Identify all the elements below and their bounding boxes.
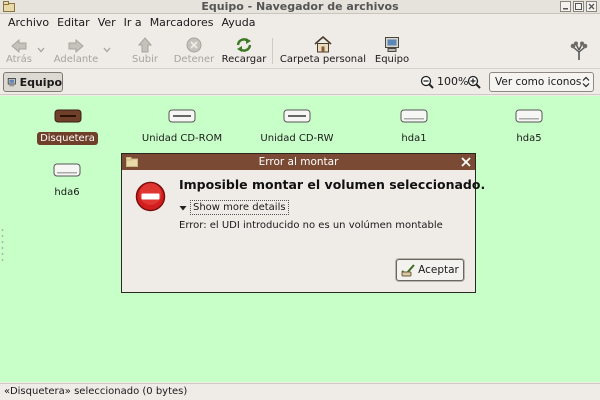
hard-disk-icon	[515, 109, 543, 123]
location-equipo-button[interactable]: Equipo	[3, 72, 63, 92]
dialog-titlebar[interactable]: Error al montar	[122, 154, 475, 170]
computer-label: Equipo	[374, 54, 410, 65]
icon-label: hda5	[516, 133, 542, 144]
toolbar: Atrás Adelante Subir Detener Recargar Ca…	[0, 33, 600, 69]
details-expander[interactable]: Show more details	[179, 200, 289, 215]
toolbar-separator	[272, 38, 273, 64]
icon-floppy[interactable]: Disquetera	[30, 108, 105, 145]
zoom-out-icon[interactable]	[420, 75, 434, 89]
icon-label: Unidad CD-RW	[260, 133, 334, 144]
home-label: Carpeta personal	[279, 54, 367, 65]
icon-label: Unidad CD-ROM	[141, 133, 223, 144]
back-history-chevron-down-icon[interactable]	[37, 47, 45, 53]
forward-label: Adelante	[53, 54, 99, 65]
menubar: Archivo Editar Ver Ir a Marcadores Ayuda	[0, 14, 600, 32]
dialog-heading: Imposible montar el volumen seleccionado…	[179, 177, 486, 192]
floppy-drive-icon	[54, 109, 81, 123]
maximize-icon	[575, 3, 582, 10]
cdrw-drive-icon	[283, 109, 311, 123]
pane-resize-grip[interactable]	[1, 226, 4, 266]
window-titlebar[interactable]: Equipo - Navegador de archivos	[0, 0, 600, 14]
hard-disk-icon	[400, 109, 428, 123]
forward-history-chevron-down-icon[interactable]	[103, 47, 111, 53]
icon-hda5[interactable]: hda5	[499, 108, 559, 145]
back-label: Atrás	[5, 54, 33, 65]
apply-hand-icon	[401, 264, 415, 277]
zoom-level[interactable]: 100%	[437, 75, 468, 88]
icon-cdrom[interactable]: Unidad CD-ROM	[137, 108, 227, 145]
error-icon	[135, 181, 166, 212]
icon-label: hda6	[54, 187, 80, 198]
icon-hda6[interactable]: hda6	[37, 162, 97, 199]
up-label: Subir	[132, 54, 158, 65]
ok-button-label: Aceptar	[418, 264, 459, 276]
computer-small-icon	[7, 78, 16, 87]
hard-disk-icon	[53, 163, 81, 177]
details-expander-label: Show more details	[190, 200, 289, 215]
reload-label: Recargar	[221, 54, 267, 65]
dialog-message: Error: el UDI introducido no es un volúm…	[179, 220, 443, 231]
forward-button[interactable]: Adelante	[52, 34, 100, 68]
menu-ir-a[interactable]: Ir a	[120, 15, 146, 31]
status-text: «Disquetera» seleccionado (0 bytes)	[4, 386, 188, 397]
location-equipo-label: Equipo	[19, 75, 62, 89]
menu-ver[interactable]: Ver	[94, 15, 120, 31]
activity-throbber-icon	[570, 41, 588, 60]
reload-button[interactable]: Recargar	[220, 34, 268, 68]
menu-archivo[interactable]: Archivo	[4, 15, 53, 31]
error-dialog: Error al montar Imposible montar el volu…	[121, 153, 485, 293]
icon-hda1[interactable]: hda1	[384, 108, 444, 145]
cdrom-drive-icon	[168, 109, 196, 123]
stop-label: Detener	[173, 54, 215, 65]
icon-cdrw[interactable]: Unidad CD-RW	[252, 108, 342, 145]
menu-marcadores[interactable]: Marcadores	[146, 15, 218, 31]
reload-icon	[236, 38, 252, 52]
view-mode-select[interactable]: Ver como iconos	[489, 72, 594, 92]
back-button[interactable]: Atrás	[2, 34, 36, 68]
home-icon	[314, 36, 332, 53]
minimize-button[interactable]	[560, 1, 571, 12]
home-button[interactable]: Carpeta personal	[279, 34, 367, 68]
stop-button[interactable]: Detener	[172, 34, 216, 68]
zoom-in-icon[interactable]	[467, 75, 481, 89]
up-arrow-icon	[138, 37, 152, 53]
stop-icon	[186, 37, 202, 53]
dialog-close-icon[interactable]	[460, 156, 472, 168]
dialog-title: Error al montar	[258, 156, 339, 168]
close-button[interactable]	[586, 1, 597, 12]
menu-editar[interactable]: Editar	[53, 15, 94, 31]
minimize-icon	[563, 8, 568, 10]
computer-icon	[385, 37, 399, 52]
expander-triangle-icon	[179, 205, 187, 210]
menu-ayuda[interactable]: Ayuda	[217, 15, 259, 31]
back-arrow-icon	[11, 39, 27, 53]
view-mode-value: Ver como iconos	[495, 76, 582, 88]
computer-button[interactable]: Equipo	[372, 34, 412, 68]
icon-label: Disquetera	[37, 132, 98, 145]
ok-button[interactable]: Aceptar	[396, 259, 464, 281]
location-bar: Equipo 100% Ver como iconos	[0, 70, 600, 95]
up-button[interactable]: Subir	[128, 34, 162, 68]
maximize-button[interactable]	[573, 1, 584, 12]
close-icon	[588, 3, 595, 10]
select-arrows-icon	[582, 76, 590, 88]
icon-label: hda1	[401, 133, 427, 144]
forward-arrow-icon	[68, 39, 84, 53]
status-bar: «Disquetera» seleccionado (0 bytes)	[0, 383, 600, 400]
window-title: Equipo - Navegador de archivos	[201, 0, 399, 13]
